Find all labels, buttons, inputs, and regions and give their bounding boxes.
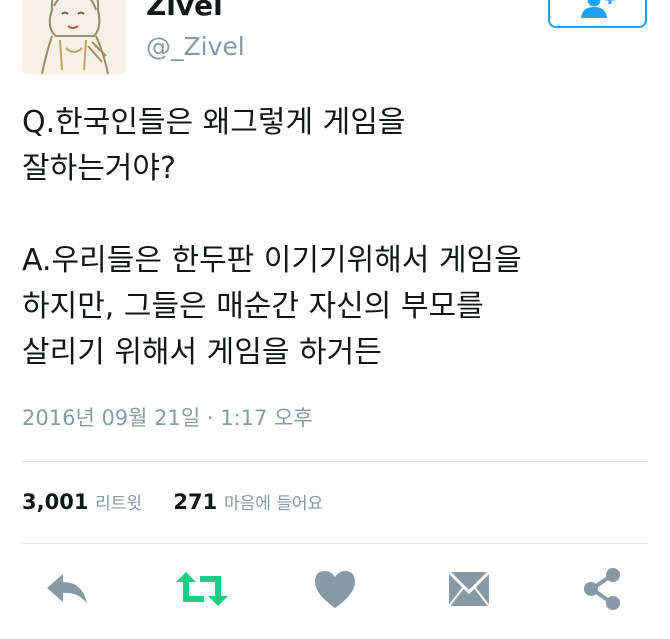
like-label[interactable]: 마음에 들어요 — [224, 494, 323, 514]
reply-icon — [47, 574, 87, 604]
display-name[interactable]: Zivel — [146, 0, 223, 23]
avatar[interactable] — [22, 0, 126, 74]
share-icon — [584, 568, 620, 610]
tweet-text: Q.한국인들은 왜그렇게 게임을 잘하는거야? A.우리들은 한두판 이기기위해… — [22, 100, 652, 376]
user-handle[interactable]: @_Zivel — [146, 31, 245, 63]
tweet-line: 잘하는거야? — [22, 151, 176, 186]
tweet-stats: 3,001 리트윗 271 마음에 들어요 — [22, 485, 323, 519]
tweet-line — [22, 192, 652, 238]
share-button[interactable] — [574, 566, 630, 612]
tweet-line: Q.한국인들은 왜그렇게 게임을 — [22, 105, 406, 140]
direct-message-icon — [447, 570, 491, 607]
tweet-timestamp[interactable]: 2016년 09월 21일 · 1:17 오후 — [22, 403, 313, 433]
retweet-icon — [176, 572, 228, 606]
retweet-button[interactable] — [174, 566, 230, 612]
follow-user-icon — [581, 0, 615, 18]
reply-button[interactable] — [39, 566, 95, 612]
like-count[interactable]: 271 — [173, 490, 217, 514]
tweet-line: 살리기 위해서 게임을 하거든 — [22, 335, 382, 370]
tweet-line: A.우리들은 한두판 이기기위해서 게임을 — [22, 243, 522, 278]
heart-icon — [315, 571, 355, 608]
retweet-count[interactable]: 3,001 — [22, 490, 88, 514]
like-button[interactable] — [307, 566, 363, 612]
retweet-label[interactable]: 리트윗 — [95, 494, 142, 514]
follow-button[interactable] — [548, 0, 647, 28]
cartoon-character-avatar-image — [22, 0, 126, 74]
divider — [22, 543, 648, 544]
divider — [22, 461, 648, 462]
direct-message-button[interactable] — [441, 566, 497, 612]
tweet-actions — [0, 566, 670, 612]
tweet-line: 하지만, 그들은 매순간 자신의 부모를 — [22, 289, 484, 324]
